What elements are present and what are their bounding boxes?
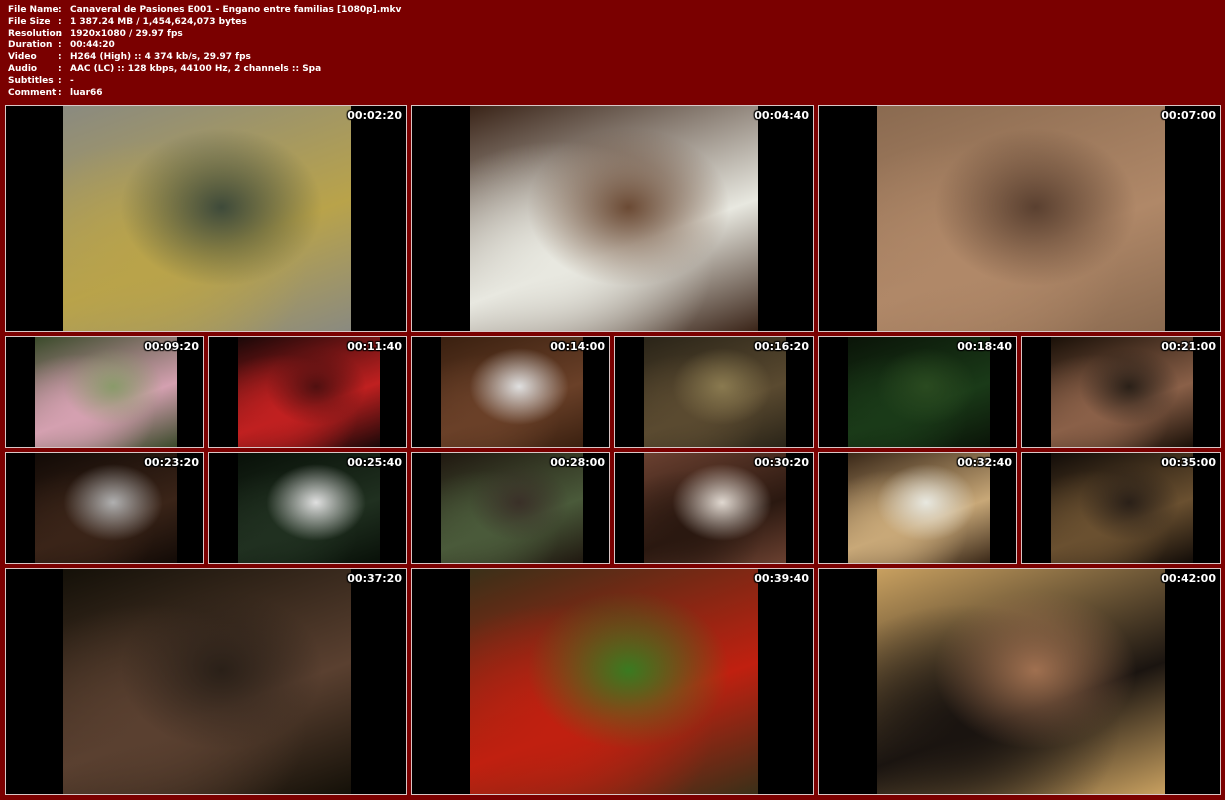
thumbnail-man-closeup: 00:21:00 <box>1021 336 1221 448</box>
video-frame <box>441 337 583 447</box>
info-row: Video: H264 (High) :: 4 374 kb/s, 29.97 f… <box>8 52 401 64</box>
video-frame <box>1051 453 1193 563</box>
timestamp-label: 00:16:20 <box>754 340 809 353</box>
thumbnail-jungle-night: 00:18:40 <box>818 336 1017 448</box>
info-label: Subtitles <box>8 75 54 86</box>
timestamp-label: 00:30:20 <box>754 456 809 469</box>
info-row: Resolution:1920x1080 / 29.97 fps <box>8 29 401 41</box>
info-separator: : <box>58 87 62 98</box>
info-value: H264 (High) :: 4 374 kb/s, 29.97 fps <box>70 52 251 63</box>
timestamp-label: 00:39:40 <box>754 572 809 585</box>
video-frame <box>644 453 786 563</box>
thumbnail-workers-mill: 00:39:40 <box>411 568 814 795</box>
video-frame <box>644 337 786 447</box>
info-label: Audio <box>8 63 38 74</box>
info-row: Audio: AAC (LC) :: 128 kbps, 44100 Hz, 2 … <box>8 64 401 76</box>
info-row: Duration:00:44:20 <box>8 40 401 52</box>
timestamp-label: 00:07:00 <box>1161 109 1216 122</box>
info-row: Comment: luar66 <box>8 88 401 100</box>
info-value: 00:44:20 <box>70 40 115 51</box>
info-value: 1 387.24 MB / 1,454,624,073 bytes <box>70 16 247 27</box>
timestamp-label: 00:04:40 <box>754 109 809 122</box>
video-frame <box>1051 337 1193 447</box>
timestamp-label: 00:25:40 <box>347 456 402 469</box>
thumbnail-office-chairs: 00:35:00 <box>1021 452 1221 564</box>
thumbnail-factory-machinery: 00:02:20 <box>5 105 407 332</box>
video-frame <box>877 106 1165 331</box>
file-info-panel: File Name: Canaveral de Pasiones E001 - E… <box>8 5 401 99</box>
timestamp-label: 00:37:20 <box>347 572 402 585</box>
video-frame <box>63 569 351 794</box>
thumbnail-chapel-bells-night: 00:11:40 <box>208 336 407 448</box>
info-separator: : <box>58 5 62 15</box>
info-label: Video <box>8 52 37 63</box>
info-label: File Name <box>8 5 59 15</box>
timestamp-label: 00:28:00 <box>550 456 605 469</box>
info-value: Canaveral de Pasiones E001 - Engano entr… <box>70 5 402 15</box>
video-frame <box>470 106 758 331</box>
thumbnail-man-profile-dark: 00:37:20 <box>5 568 407 795</box>
timestamp-label: 00:02:20 <box>347 109 402 122</box>
info-separator: : <box>58 63 62 74</box>
info-value: luar66 <box>70 87 103 98</box>
info-label: File Size <box>8 16 51 27</box>
timestamp-label: 00:09:20 <box>144 340 199 353</box>
timestamp-label: 00:35:00 <box>1161 456 1216 469</box>
thumbnail-girls-garden: 00:09:20 <box>5 336 204 448</box>
timestamp-label: 00:14:00 <box>550 340 605 353</box>
thumbnail-living-room: 00:16:20 <box>614 336 814 448</box>
info-separator: : <box>58 40 62 51</box>
info-separator: : <box>58 16 62 27</box>
video-frame <box>238 337 380 447</box>
thumbnail-priest-closeup: 00:42:00 <box>818 568 1221 795</box>
info-row: Subtitles: - <box>8 76 401 88</box>
info-value: AAC (LC) :: 128 kbps, 44100 Hz, 2 channe… <box>70 63 322 74</box>
video-frame <box>848 453 990 563</box>
thumbnail-priest-boy-library: 00:28:00 <box>411 452 610 564</box>
video-frame <box>470 569 758 794</box>
info-label: Resolution <box>8 28 63 39</box>
timestamp-label: 00:42:00 <box>1161 572 1216 585</box>
thumbnail-priest-boy-woman: 00:25:40 <box>208 452 407 564</box>
video-frame <box>63 106 351 331</box>
thumbnail-blonde-woman-man: 00:32:40 <box>818 452 1017 564</box>
video-frame <box>238 453 380 563</box>
info-row: File Name: Canaveral de Pasiones E001 - E… <box>8 5 401 17</box>
info-label: Duration <box>8 40 53 51</box>
video-frame <box>877 569 1165 794</box>
timestamp-label: 00:18:40 <box>957 340 1012 353</box>
thumbnail-woman-white-dress: 00:14:00 <box>411 336 610 448</box>
video-frame <box>441 453 583 563</box>
info-separator: : <box>58 28 62 39</box>
timestamp-label: 00:11:40 <box>347 340 402 353</box>
info-label: Comment <box>8 87 57 98</box>
timestamp-label: 00:23:20 <box>144 456 199 469</box>
timestamp-label: 00:32:40 <box>957 456 1012 469</box>
info-separator: : <box>58 75 62 86</box>
video-frame <box>848 337 990 447</box>
info-separator: : <box>58 52 62 63</box>
thumbnail-embrace-closeup: 00:07:00 <box>818 105 1221 332</box>
timestamp-label: 00:21:00 <box>1161 340 1216 353</box>
thumbnail-dark-hall-bicycle: 00:23:20 <box>5 452 204 564</box>
video-frame <box>35 453 177 563</box>
thumbnail-couple-argument: 00:30:20 <box>614 452 814 564</box>
thumbnail-women-doorway: 00:04:40 <box>411 105 814 332</box>
info-value: 1920x1080 / 29.97 fps <box>70 28 183 39</box>
info-row: File Size:1 387.24 MB / 1,454,624,073 by… <box>8 17 401 29</box>
video-frame <box>35 337 177 447</box>
info-value: - <box>70 75 74 86</box>
